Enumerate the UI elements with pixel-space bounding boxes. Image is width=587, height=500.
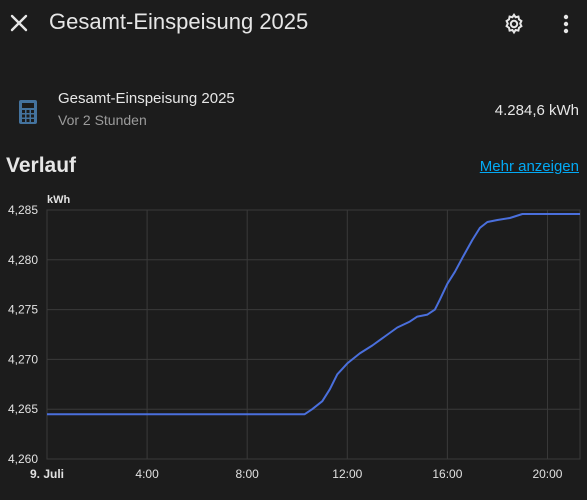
more-info-link[interactable]: Mehr anzeigen [480, 158, 579, 175]
x-tick-label: 9. Juli [30, 467, 64, 481]
close-icon [10, 14, 28, 32]
y-tick-label: 4,285 [8, 203, 38, 217]
history-title: Verlauf [6, 154, 77, 177]
y-tick-label: 4,260 [8, 452, 38, 466]
x-tick-label: 8:00 [236, 467, 260, 481]
series-line [47, 213, 580, 416]
calculator-icon [16, 98, 40, 126]
gear-icon [505, 12, 523, 35]
entity-name: Gesamt-Einspeisung 2025 [58, 90, 235, 107]
entity-row[interactable]: Gesamt-Einspeisung 2025 Vor 2 Stunden 4.… [0, 86, 587, 136]
history-chart[interactable]: 4,260 4,265 4,270 4,275 4,280 4,285 9. Juli 4:0… [0, 190, 587, 500]
more-vertical-icon [563, 14, 569, 34]
y-unit-label: kWh [47, 194, 71, 206]
entity-state: 4.284,6 kWh [494, 102, 579, 119]
dialog-header: Gesamt-Einspeisung 2025 [0, 0, 587, 48]
x-tick-label: 20:00 [532, 467, 562, 481]
y-tick-label: 4,275 [8, 303, 38, 317]
x-tick-label: 12:00 [332, 467, 362, 481]
dialog-title: Gesamt-Einspeisung 2025 [49, 9, 309, 34]
entity-last-changed: Vor 2 Stunden [58, 112, 147, 128]
settings-button[interactable] [502, 12, 526, 36]
plot-frame [46, 209, 581, 460]
x-tick-label: 16:00 [432, 467, 462, 481]
y-tick-label: 4,280 [8, 253, 38, 267]
y-tick-label: 4,270 [8, 352, 38, 366]
x-tick-label: 4:00 [135, 467, 159, 481]
close-button[interactable] [6, 10, 32, 36]
more-menu-button[interactable] [556, 12, 576, 36]
y-tick-label: 4,265 [8, 402, 38, 416]
